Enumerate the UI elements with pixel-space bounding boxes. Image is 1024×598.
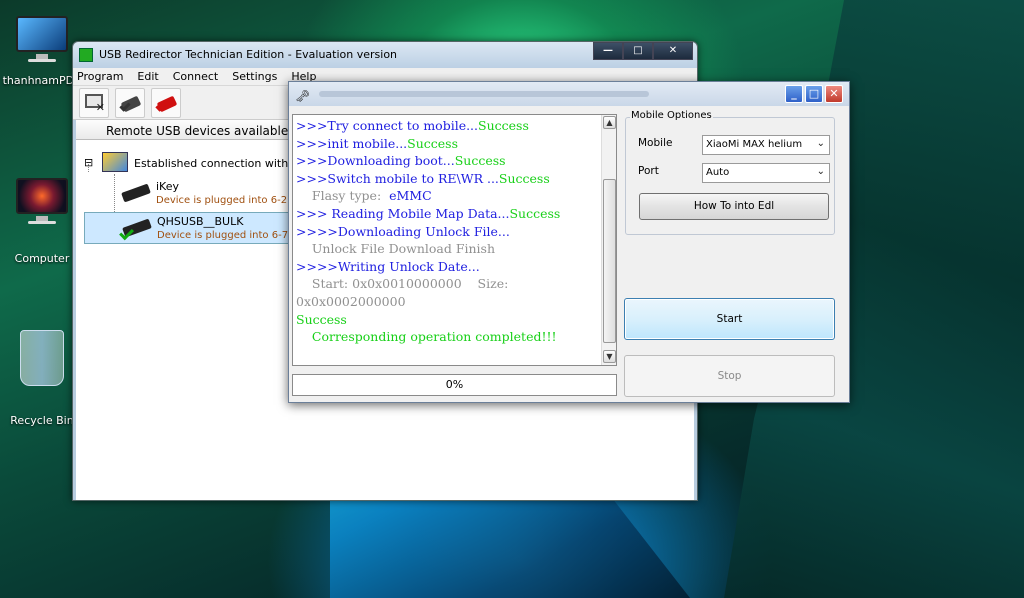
log-segment: Success	[509, 205, 561, 221]
log-segment: Flasy type:	[296, 188, 390, 204]
maximize-button[interactable]: □	[623, 42, 653, 60]
menu-program[interactable]: Program	[77, 70, 123, 83]
remove-icon: ✕	[95, 100, 105, 114]
log-segment: >>>>Writing Unlock Date...	[296, 258, 480, 274]
port-label: Port	[638, 165, 659, 177]
log-segment: >>> Reading Mobile Map Data...	[296, 205, 510, 221]
maximize-button[interactable]: □	[805, 85, 823, 103]
menu-edit[interactable]: Edit	[137, 70, 158, 83]
log-line: Start: 0x0x0010000000 Size:	[296, 275, 616, 293]
log-segment: 0x0x0002000000	[296, 293, 406, 309]
log-segment: Corresponding operation completed!!!	[296, 329, 557, 345]
device-status: Device is plugged into 6-21 U	[156, 195, 304, 206]
log-line: Flasy type: eMMC	[296, 187, 616, 205]
desktop-icon-thanhnampda[interactable]: thanhnamPDA	[2, 14, 82, 87]
mobile-label: Mobile	[638, 137, 673, 149]
chevron-down-icon: ⌄	[816, 166, 825, 177]
usb-device-connected-icon	[122, 218, 152, 238]
log-line: 0x0x0002000000	[296, 293, 616, 311]
close-button[interactable]: ✕	[825, 85, 843, 103]
log-line: >>>>Downloading Unlock File...	[296, 223, 616, 241]
desktop-icon-label: thanhnamPDA	[2, 74, 82, 87]
close-button[interactable]: ✕	[653, 42, 693, 60]
log-segment: eMMC	[389, 188, 432, 204]
log-segment: >>>init mobile...	[296, 135, 408, 151]
recycle-bin-icon	[20, 330, 64, 386]
group-title: Mobile Optiones	[630, 110, 713, 121]
log-line: >>>init mobile...Success	[296, 135, 616, 153]
disconnect-button[interactable]	[151, 87, 181, 118]
log-output[interactable]: >>>Try connect to mobile...Success >>>ini…	[292, 114, 617, 366]
device-status: Device is plugged into 6-7 US	[157, 230, 305, 241]
menu-settings[interactable]: Settings	[232, 70, 277, 83]
tool-titlebar[interactable]: 🗝 _ □ ✕	[289, 82, 849, 106]
device-row-ikey[interactable]: iKey Device is plugged into 6-21 U	[84, 178, 304, 210]
port-select[interactable]: Auto ⌄	[702, 163, 830, 183]
start-button[interactable]: Start	[624, 298, 835, 340]
window-title: USB Redirector Technician Edition - Eval…	[99, 48, 398, 61]
port-select-value: Auto	[706, 167, 730, 178]
unlock-tool-window: 🗝 _ □ ✕ >>>Try connect to mobile...Succe…	[288, 81, 850, 403]
desktop-icon-label: Recycle Bin	[10, 414, 74, 427]
desktop-icon-computer[interactable]: Computer	[2, 176, 82, 265]
log-line: >>>Try connect to mobile...Success	[296, 117, 616, 135]
log-segment: Success	[454, 153, 506, 169]
tool-body: >>>Try connect to mobile...Success >>>ini…	[289, 106, 849, 402]
scroll-down-icon[interactable]: ▼	[603, 350, 616, 363]
log-line: Unlock File Download Finish	[296, 240, 616, 258]
key-icon: 🗝	[295, 89, 311, 103]
log-segment: Start: 0x0x0010000000 Size:	[296, 276, 509, 292]
log-segment: Success	[296, 311, 347, 327]
mobile-select[interactable]: XiaoMi MAX helium ⌄	[702, 135, 830, 155]
log-segment: Success	[407, 135, 459, 151]
computer-icon	[14, 176, 70, 224]
chevron-down-icon: ⌄	[816, 138, 825, 149]
log-segment: >>>Switch mobile to RE\WR ...	[296, 170, 499, 186]
log-segment: >>>Try connect to mobile...	[296, 118, 479, 133]
log-segment: >>>Downloading boot...	[296, 153, 455, 169]
usb-device-icon	[121, 183, 151, 203]
window-titlebar[interactable]: USB Redirector Technician Edition - Eval…	[73, 42, 697, 68]
device-row-qhsusb[interactable]: QHSUSB__BULK Device is plugged into 6-7 …	[84, 212, 305, 244]
server-icon	[102, 152, 128, 172]
log-line: >>> Reading Mobile Map Data...Success	[296, 205, 616, 223]
device-name: iKey	[156, 180, 179, 193]
log-line: >>>>Writing Unlock Date...	[296, 258, 616, 276]
log-segment: Unlock File Download Finish	[296, 241, 496, 257]
device-name: QHSUSB__BULK	[157, 215, 244, 228]
progress-bar: 0%	[292, 374, 617, 396]
log-segment: >>>>Downloading Unlock File...	[296, 223, 510, 239]
scroll-up-icon[interactable]: ▲	[603, 116, 616, 129]
scroll-thumb[interactable]	[603, 179, 616, 343]
app-icon	[79, 48, 93, 62]
log-line: Success	[296, 311, 616, 329]
mobile-options-group: Mobile Optiones Mobile XiaoMi MAX helium…	[625, 110, 835, 235]
log-line: >>>Downloading boot...Success	[296, 152, 616, 170]
tree-expander[interactable]: ⊟	[84, 156, 93, 169]
title-redacted	[319, 91, 649, 97]
progress-label: 0%	[445, 378, 464, 391]
desktop-icon-recycle-bin[interactable]: Recycle Bin	[2, 330, 82, 427]
log-segment: Success	[498, 170, 550, 186]
log-segment: Success	[478, 118, 529, 133]
connect-button[interactable]	[115, 87, 145, 118]
log-line: Corresponding operation completed!!!	[296, 328, 616, 346]
how-to-edl-button[interactable]: How To into Edl	[639, 193, 829, 220]
minimize-button[interactable]: _	[785, 85, 803, 103]
monitor-icon	[14, 14, 70, 62]
log-lines: >>>Try connect to mobile...Success >>>ini…	[296, 117, 616, 346]
log-scrollbar[interactable]: ▲ ▼	[601, 115, 616, 365]
menu-connect[interactable]: Connect	[173, 70, 218, 83]
minimize-button[interactable]: —	[593, 42, 623, 60]
stop-button[interactable]: Stop	[624, 355, 835, 397]
remove-server-button[interactable]: ✕	[79, 87, 109, 118]
mobile-select-value: XiaoMi MAX helium	[706, 139, 803, 150]
desktop-icon-label: Computer	[14, 252, 70, 265]
log-line: >>>Switch mobile to RE\WR ...Success	[296, 170, 616, 188]
